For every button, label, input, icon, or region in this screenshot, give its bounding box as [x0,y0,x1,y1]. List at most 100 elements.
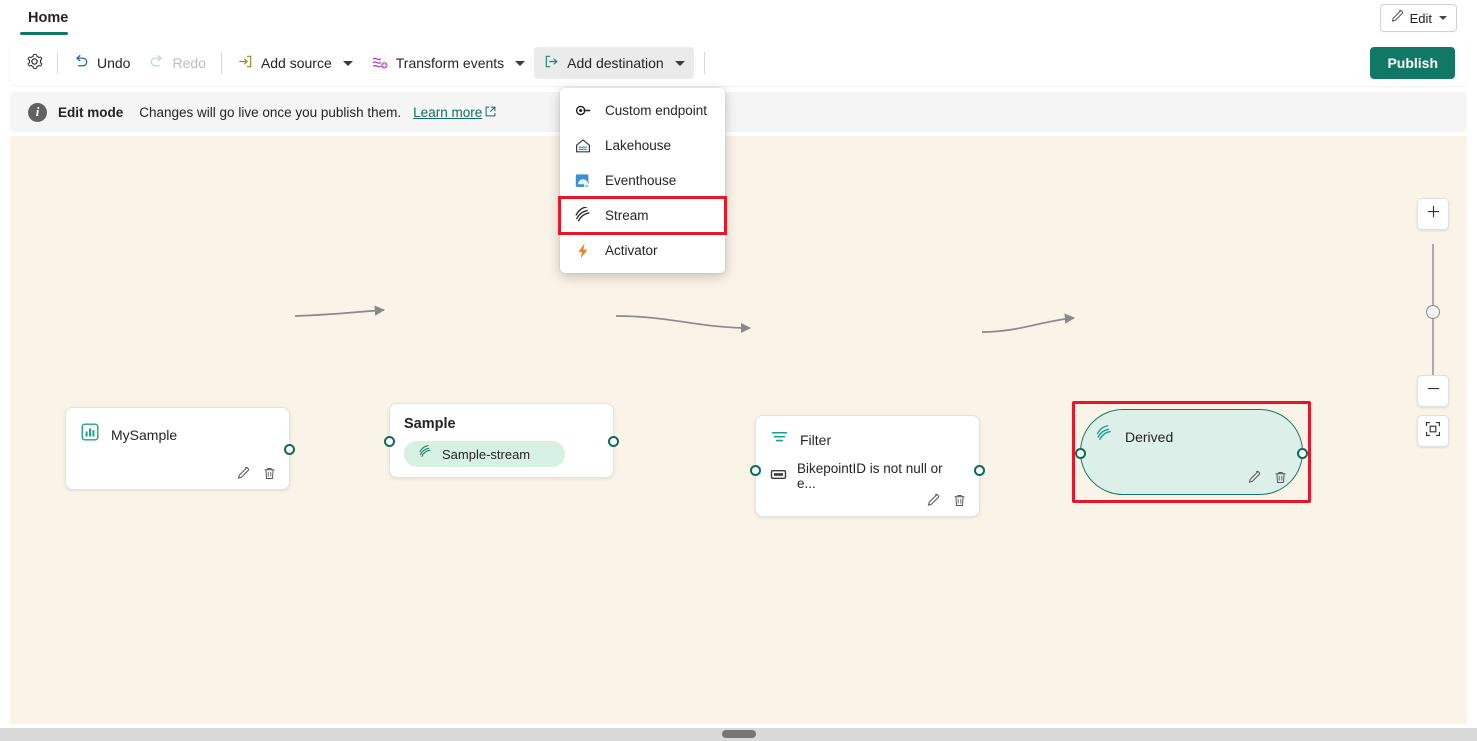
undo-button[interactable]: Undo [64,47,139,79]
external-link-icon [485,105,496,120]
pencil-icon[interactable] [1246,470,1261,485]
menu-item-label: Activator [605,243,658,258]
chevron-down-icon [675,61,685,66]
port-source-output[interactable] [284,444,295,455]
menu-item-label: Eventhouse [605,173,676,188]
node-header: Sample [390,404,613,432]
add-destination-icon [543,53,560,73]
node-destination-actions [1246,470,1288,485]
node-header: MySample [66,408,289,447]
fit-screen-icon [1425,421,1441,442]
node-source-title: MySample [111,427,177,443]
node-filter-title: Filter [800,432,831,448]
menu-item-label: Stream [605,208,649,223]
fit-to-screen-button[interactable] [1417,415,1449,447]
port-filter-input[interactable] [750,465,761,476]
canvas-right-gutter [1467,136,1477,728]
add-destination-menu[interactable]: Custom endpoint Lakehouse Eventhouse [560,88,725,273]
plus-icon [1426,204,1441,224]
node-destination-title: Derived [1125,429,1173,445]
add-destination-button[interactable]: Add destination [534,47,694,79]
chart-source-icon [80,422,100,447]
edit-button-label: Edit [1410,11,1432,26]
chevron-down-icon [1439,16,1447,20]
menu-item-activator[interactable]: Activator [560,233,725,268]
add-source-button[interactable]: Add source [228,47,362,79]
node-header: Derived [1081,410,1302,449]
edit-mode-infobar: i Edit mode Changes will go live once yo… [10,92,1467,132]
learn-more-label: Learn more [413,105,482,120]
filter-icon [770,428,789,452]
port-destination-input[interactable] [1075,448,1086,459]
settings-button[interactable] [18,47,51,79]
trash-icon[interactable] [1273,470,1288,485]
toolbar-divider [57,52,58,74]
infobar-message: Changes will go live once you publish th… [139,105,401,120]
activator-icon [574,242,592,260]
pencil-icon[interactable] [925,493,940,508]
node-filter[interactable]: Filter BikepointID is not null or e... [755,415,980,517]
publish-button[interactable]: Publish [1370,47,1455,79]
infobar-title: Edit mode [58,105,123,120]
port-filter-output[interactable] [974,465,985,476]
redo-label: Redo [172,55,205,71]
field-icon [770,466,787,486]
eventstream-canvas[interactable]: MySample Sample [10,136,1467,724]
node-sample-title: Sample [404,416,456,432]
eventstream-editor: Home Edit [0,0,1477,741]
node-filter-actions [925,493,967,508]
chevron-down-icon [343,61,353,66]
stream-icon [574,207,592,225]
horizontal-scrollbar-thumb[interactable] [722,730,756,738]
menu-item-label: Custom endpoint [605,103,707,118]
pencil-icon[interactable] [235,466,250,481]
toolbar-divider [221,52,222,74]
eventhouse-icon [574,172,592,190]
tab-home[interactable]: Home [22,2,74,34]
edit-mode-button[interactable]: Edit [1380,4,1457,32]
learn-more-link[interactable]: Learn more [413,105,496,120]
menu-item-lakehouse[interactable]: Lakehouse [560,128,725,163]
menu-item-stream[interactable]: Stream [560,198,725,233]
tab-home-label: Home [28,10,68,26]
node-source-actions [235,466,277,481]
redo-button[interactable]: Redo [139,47,214,79]
node-header: Filter [756,416,979,452]
stream-icon [1095,425,1114,449]
port-destination-output[interactable] [1297,448,1308,459]
pencil-icon [1389,9,1404,27]
menu-item-label: Lakehouse [605,138,671,153]
node-filter-condition: BikepointID is not null or e... [756,452,979,491]
add-source-icon [237,53,254,73]
transform-events-label: Transform events [396,55,504,71]
lakehouse-icon [574,137,592,155]
undo-icon [73,53,90,73]
transform-events-button[interactable]: Transform events [362,47,534,79]
trash-icon[interactable] [262,466,277,481]
custom-endpoint-icon [574,102,592,120]
gear-icon [25,52,44,74]
ribbon-tab-bar: Home Edit [0,0,1477,36]
redo-icon [148,53,165,73]
zoom-out-button[interactable] [1417,375,1449,407]
node-sample[interactable]: Sample Sample-stream [389,403,614,478]
port-sample-input[interactable] [384,436,395,447]
node-filter-condition-text: BikepointID is not null or e... [797,461,965,491]
node-sample-stream-pill[interactable]: Sample-stream [404,441,565,467]
zoom-in-button[interactable] [1417,198,1449,230]
trash-icon[interactable] [952,493,967,508]
menu-item-eventhouse[interactable]: Eventhouse [560,163,725,198]
node-destination-derived[interactable]: Derived [1080,409,1303,495]
toolbar-divider [704,52,705,74]
tab-home-indicator [20,32,68,35]
menu-item-custom-endpoint[interactable]: Custom endpoint [560,93,725,128]
add-source-label: Add source [261,55,332,71]
zoom-slider-thumb[interactable] [1426,305,1440,319]
minus-icon [1426,381,1441,401]
node-source-mysample[interactable]: MySample [65,407,290,490]
node-sample-stream-label: Sample-stream [442,447,530,462]
command-toolbar: Undo Redo Add source [10,40,1467,86]
chevron-down-icon [515,61,525,66]
undo-label: Undo [97,55,130,71]
stream-icon [418,445,433,463]
